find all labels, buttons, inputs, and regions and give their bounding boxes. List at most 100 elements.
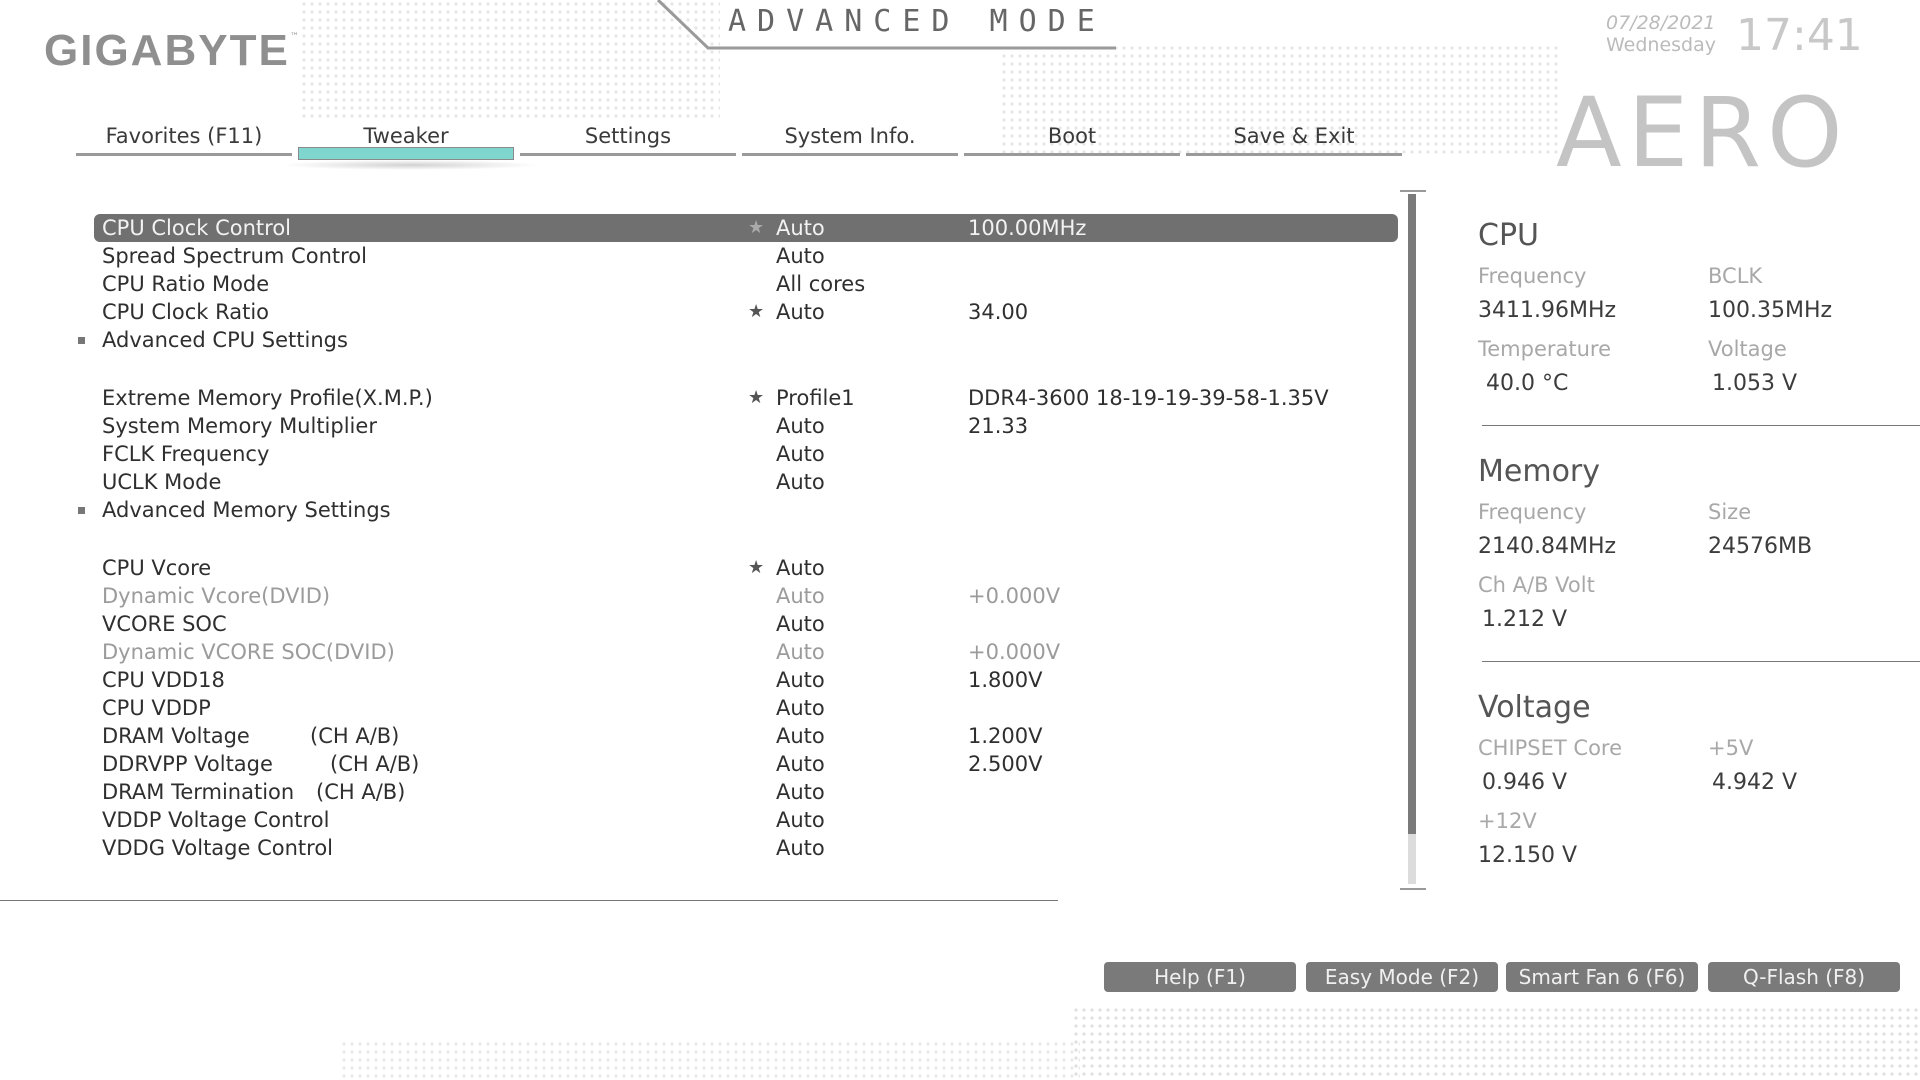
easy-mode-button[interactable]: Easy Mode (F2)	[1306, 962, 1498, 992]
voltage-section-title: Voltage	[1478, 690, 1591, 725]
setting-label: VDDP Voltage Control	[102, 808, 330, 832]
setting-row[interactable]: CPU Clock Control ★ Auto 100.00MHz	[94, 214, 1398, 242]
setting-row[interactable]: CPU Clock Ratio ★ Auto 34.00	[74, 298, 1398, 326]
setting-option[interactable]: Auto	[776, 412, 825, 440]
setting-row[interactable]: CPU VDD18 Auto 1.800V	[74, 666, 1398, 694]
setting-option[interactable]: Auto	[776, 834, 825, 862]
setting-option[interactable]: Auto	[776, 806, 825, 834]
setting-option[interactable]: Auto	[776, 582, 825, 610]
chipset-core-label: CHIPSET Core	[1478, 736, 1623, 760]
setting-label: CPU Ratio Mode	[102, 272, 270, 296]
favorite-star-icon[interactable]: ★	[748, 384, 764, 412]
setting-option[interactable]: Auto	[776, 554, 825, 582]
setting-option[interactable]: Auto	[776, 298, 825, 326]
setting-row[interactable]: DDRVPP Voltage (CH A/B) Auto 2.500V	[74, 750, 1398, 778]
setting-row[interactable]: System Memory Multiplier Auto 21.33	[74, 412, 1398, 440]
plus5v-label: +5V	[1708, 736, 1754, 760]
setting-label: VCORE SOC	[102, 612, 227, 636]
setting-label: DDRVPP Voltage	[102, 752, 273, 776]
cpu-bclk-value: 100.35MHz	[1708, 298, 1833, 323]
setting-channel-label: (CH A/B)	[330, 752, 420, 776]
cpu-voltage-label: Voltage	[1708, 337, 1787, 361]
favorite-star-icon[interactable]: ★	[748, 298, 764, 326]
setting-row[interactable]: Dynamic Vcore(DVID) Auto +0.000V	[74, 582, 1398, 610]
active-tab-shadow	[280, 160, 540, 170]
setting-option[interactable]: Auto	[776, 440, 825, 468]
setting-option[interactable]: Auto	[776, 666, 825, 694]
scrollbar-top-cap	[1400, 190, 1426, 192]
setting-value: 1.800V	[968, 668, 1043, 692]
setting-row[interactable]: VDDP Voltage Control Auto	[74, 806, 1398, 834]
plus12v-value: 12.150 V	[1478, 843, 1578, 868]
submenu-bullet-icon	[78, 337, 85, 344]
setting-row[interactable]: Spread Spectrum Control Auto	[74, 242, 1398, 270]
memory-size-label: Size	[1708, 500, 1752, 524]
submenu-item[interactable]: Advanced CPU Settings	[74, 326, 1398, 354]
setting-value: +0.000V	[968, 640, 1061, 664]
plus5v-value: 4.942 V	[1712, 770, 1798, 795]
setting-label: CPU Clock Ratio	[102, 300, 270, 324]
favorite-star-icon[interactable]: ★	[748, 214, 764, 242]
setting-option[interactable]: Profile1	[776, 384, 855, 412]
setting-label: UCLK Mode	[102, 470, 222, 494]
setting-row[interactable]: VCORE SOC Auto	[74, 610, 1398, 638]
setting-option[interactable]: Auto	[776, 722, 825, 750]
memory-frequency-value: 2140.84MHz	[1478, 534, 1617, 559]
setting-row[interactable]: Dynamic VCORE SOC(DVID) Auto +0.000V	[74, 638, 1398, 666]
help-button[interactable]: Help (F1)	[1104, 962, 1296, 992]
setting-label: Dynamic Vcore(DVID)	[102, 584, 331, 608]
tab-save-exit[interactable]: Save & Exit	[1184, 118, 1404, 158]
setting-label: CPU Vcore	[102, 556, 212, 580]
setting-option[interactable]: Auto	[776, 214, 825, 242]
setting-option[interactable]: Auto	[776, 468, 825, 496]
submenu-bullet-icon	[78, 507, 85, 514]
setting-value: 2.500V	[968, 752, 1043, 776]
setting-row[interactable]: DRAM Voltage (CH A/B) Auto 1.200V	[74, 722, 1398, 750]
tab-bar: Favorites (F11) Tweaker Settings System …	[74, 118, 1404, 162]
tab-tweaker[interactable]: Tweaker	[296, 118, 516, 160]
setting-row[interactable]: CPU VDDP Auto	[74, 694, 1398, 722]
setting-label: CPU Clock Control	[102, 216, 292, 240]
favorite-star-icon[interactable]: ★	[748, 554, 764, 582]
setting-option[interactable]: Auto	[776, 638, 825, 666]
setting-option[interactable]: Auto	[776, 778, 825, 806]
setting-row[interactable]: Extreme Memory Profile(X.M.P.) ★ Profile1 D…	[74, 384, 1398, 412]
hardware-monitor-panel: CPU Frequency BCLK 3411.96MHz 100.35MHz …	[1478, 0, 1920, 900]
setting-row[interactable]: UCLK Mode Auto	[74, 468, 1398, 496]
tab-settings[interactable]: Settings	[518, 118, 738, 158]
setting-option[interactable]: Auto	[776, 242, 825, 270]
setting-label: VDDG Voltage Control	[102, 836, 334, 860]
memory-voltage-label: Ch A/B Volt	[1478, 573, 1595, 597]
setting-row[interactable]: FCLK Frequency Auto	[74, 440, 1398, 468]
smart-fan-button[interactable]: Smart Fan 6 (F6)	[1506, 962, 1698, 992]
setting-option[interactable]: Auto	[776, 750, 825, 778]
memory-size-value: 24576MB	[1708, 534, 1813, 559]
gigabyte-logo: GIGABYTE	[44, 26, 290, 75]
submenu-item[interactable]: Advanced Memory Settings	[74, 496, 1398, 524]
memory-section-divider	[1482, 661, 1920, 662]
setting-option[interactable]: Auto	[776, 610, 825, 638]
plus12v-label: +12V	[1478, 809, 1537, 833]
setting-option[interactable]: All cores	[776, 270, 865, 298]
setting-row[interactable]: CPU Ratio Mode All cores	[74, 270, 1398, 298]
setting-channel-label: (CH A/B)	[316, 780, 406, 804]
setting-row[interactable]: VDDG Voltage Control Auto	[74, 834, 1398, 862]
setting-channel-label: (CH A/B)	[310, 724, 400, 748]
scrollbar-bottom-cap	[1400, 888, 1426, 890]
footer-dot-pattern	[1072, 1006, 1920, 1080]
setting-row[interactable]: CPU Vcore ★ Auto	[74, 554, 1398, 582]
tab-boot[interactable]: Boot	[962, 118, 1182, 158]
setting-label: System Memory Multiplier	[102, 414, 377, 438]
trademark-mark: ™	[290, 32, 299, 42]
setting-row[interactable]: DRAM Termination (CH A/B) Auto	[74, 778, 1398, 806]
tab-system-info[interactable]: System Info.	[740, 118, 960, 158]
cpu-frequency-value: 3411.96MHz	[1478, 298, 1617, 323]
setting-label: Extreme Memory Profile(X.M.P.)	[102, 386, 433, 410]
setting-label: Spread Spectrum Control	[102, 244, 367, 268]
q-flash-button[interactable]: Q-Flash (F8)	[1708, 962, 1900, 992]
setting-option[interactable]: Auto	[776, 694, 825, 722]
tab-favorites[interactable]: Favorites (F11)	[74, 118, 294, 158]
setting-label: FCLK Frequency	[102, 442, 270, 466]
settings-scrollbar[interactable]	[1400, 190, 1426, 890]
scrollbar-thumb[interactable]	[1408, 194, 1416, 834]
